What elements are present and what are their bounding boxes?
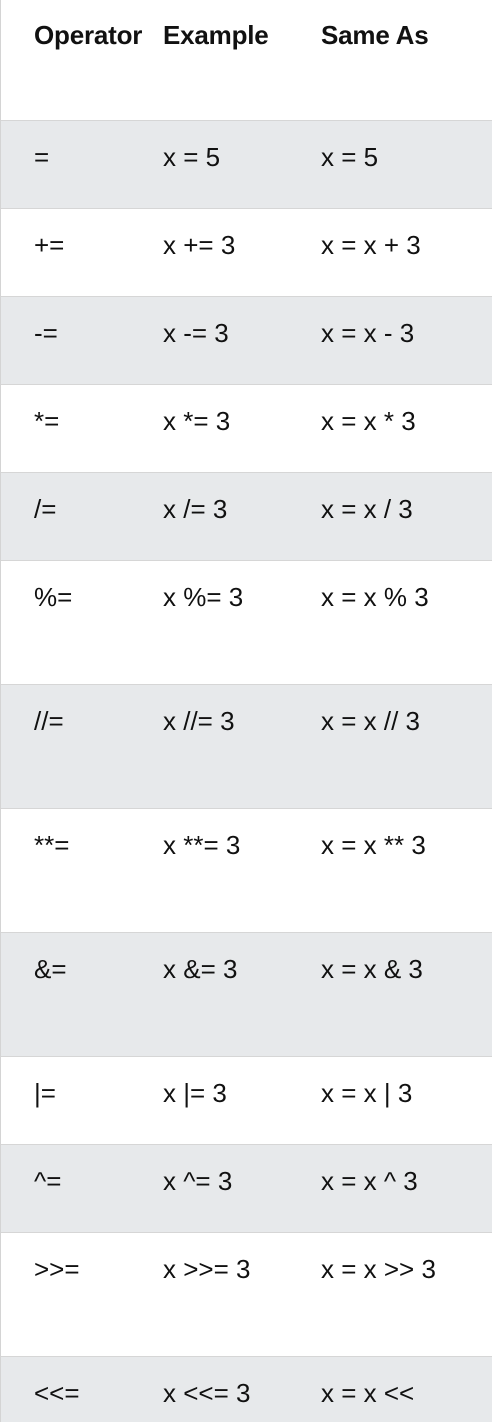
cell-example: x *= 3 <box>163 383 321 472</box>
cell-same-as: x = x & 3 <box>321 931 492 1056</box>
cell-same-as: x = x | 3 <box>321 1055 492 1144</box>
cell-example: x >>= 3 <box>163 1231 321 1356</box>
table-row: |= x |= 3 x = x | 3 <box>1 1055 492 1144</box>
cell-operator: >>= <box>1 1231 163 1356</box>
cell-example: x <<= 3 <box>163 1355 321 1422</box>
cell-same-as: x = x % 3 <box>321 559 492 684</box>
table-row: //= x //= 3 x = x // 3 <box>1 683 492 808</box>
cell-operator: %= <box>1 559 163 684</box>
cell-example: x += 3 <box>163 207 321 296</box>
cell-operator: *= <box>1 383 163 472</box>
cell-operator: |= <box>1 1055 163 1144</box>
assignment-operators-table: Operator Example Same As = x = 5 x = 5 +… <box>1 0 492 1422</box>
table-row: %= x %= 3 x = x % 3 <box>1 559 492 684</box>
cell-example: x = 5 <box>163 119 321 208</box>
cell-example: x |= 3 <box>163 1055 321 1144</box>
table-row: >>= x >>= 3 x = x >> 3 <box>1 1231 492 1356</box>
table-row: += x += 3 x = x + 3 <box>1 207 492 296</box>
table-header-row: Operator Example Same As <box>1 0 492 120</box>
cell-same-as: x = x >> 3 <box>321 1231 492 1356</box>
table-row: = x = 5 x = 5 <box>1 119 492 208</box>
cell-example: x %= 3 <box>163 559 321 684</box>
header-example: Example <box>163 20 269 50</box>
table-row: /= x /= 3 x = x / 3 <box>1 471 492 560</box>
cell-operator: <<= <box>1 1355 163 1422</box>
header-same-as: Same As <box>321 20 429 50</box>
cell-same-as: x = x << <box>321 1355 492 1422</box>
cell-operator: -= <box>1 295 163 384</box>
table-row: **= x **= 3 x = x ** 3 <box>1 807 492 932</box>
cell-same-as: x = x + 3 <box>321 207 492 296</box>
cell-operator: &= <box>1 931 163 1056</box>
cell-same-as: x = x // 3 <box>321 683 492 808</box>
cell-example: x /= 3 <box>163 471 321 560</box>
cell-operator: /= <box>1 471 163 560</box>
cell-operator: = <box>1 119 163 208</box>
table-row: ^= x ^= 3 x = x ^ 3 <box>1 1143 492 1232</box>
cell-operator: **= <box>1 807 163 932</box>
cell-operator: //= <box>1 683 163 808</box>
table-row: &= x &= 3 x = x & 3 <box>1 931 492 1056</box>
cell-operator: ^= <box>1 1143 163 1232</box>
cell-example: x ^= 3 <box>163 1143 321 1232</box>
header-operator: Operator <box>34 20 143 50</box>
cell-operator: += <box>1 207 163 296</box>
table-row: *= x *= 3 x = x * 3 <box>1 383 492 472</box>
cell-same-as: x = x ^ 3 <box>321 1143 492 1232</box>
cell-same-as: x = 5 <box>321 119 492 208</box>
cell-example: x -= 3 <box>163 295 321 384</box>
table-row: -= x -= 3 x = x - 3 <box>1 295 492 384</box>
cell-same-as: x = x - 3 <box>321 295 492 384</box>
cell-same-as: x = x * 3 <box>321 383 492 472</box>
cell-same-as: x = x / 3 <box>321 471 492 560</box>
cell-example: x **= 3 <box>163 807 321 932</box>
assignment-operators-table-container: Operator Example Same As = x = 5 x = 5 +… <box>0 0 492 1422</box>
cell-example: x //= 3 <box>163 683 321 808</box>
cell-example: x &= 3 <box>163 931 321 1056</box>
table-row: <<= x <<= 3 x = x << <box>1 1355 492 1422</box>
cell-same-as: x = x ** 3 <box>321 807 492 932</box>
